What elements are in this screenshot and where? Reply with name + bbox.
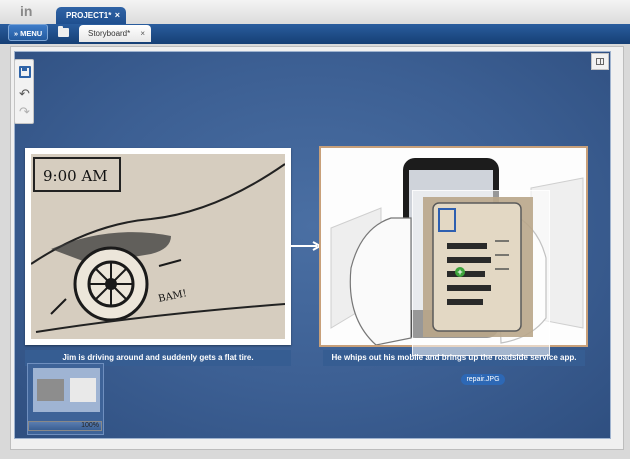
panel-layout-icon[interactable] [591,53,609,70]
app-logo-icon: in [20,3,33,19]
car-sketch-image: 9:00 AM BAM! [31,154,285,339]
tab-project[interactable]: PROJECT1* × [56,7,126,24]
zoom-slider[interactable]: 100% [28,421,102,431]
project-tab-label: PROJECT1* [66,11,112,20]
navigator-thumb-1 [37,379,64,401]
dragged-image-preview[interactable] [412,190,550,356]
sequence-arrow-icon [291,241,321,251]
save-icon[interactable] [19,66,31,78]
close-doc-icon[interactable]: × [140,25,145,42]
undo-icon[interactable]: ↶ [19,87,31,100]
storyboard-panel-1[interactable]: 9:00 AM BAM! [25,148,291,345]
navigator-thumb-2 [70,378,96,402]
time-note: 9:00 AM [43,167,108,185]
close-project-icon[interactable]: × [115,7,120,24]
zoom-value: 100% [81,422,99,429]
app-sketch-photo [423,197,533,337]
redo-icon[interactable]: ↷ [19,105,31,118]
navigator-viewport[interactable] [33,368,100,412]
side-toolbar: ↶ ↷ [14,59,34,124]
title-bar: in PROJECT1* × [0,0,630,24]
tab-storyboard[interactable]: Storyboard* × [79,25,151,42]
menu-button[interactable]: » MENU [8,24,48,41]
folder-icon[interactable] [58,26,69,37]
doc-tab-label: Storyboard* [88,29,131,38]
dragged-file-label: repair.JPG [461,374,505,385]
drop-add-icon: + [455,267,465,277]
